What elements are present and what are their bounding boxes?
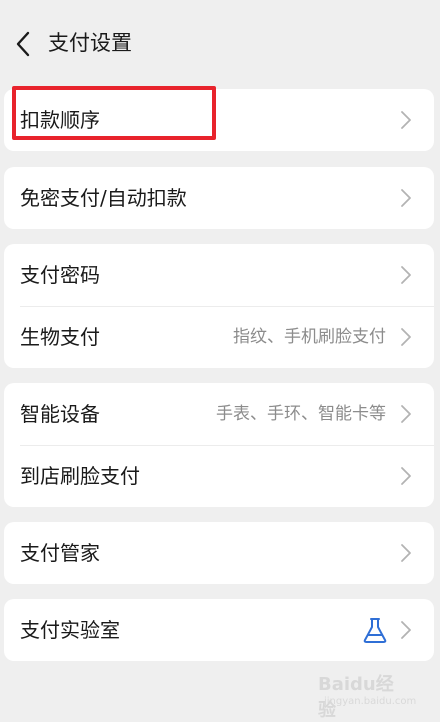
chevron-right-icon bbox=[401, 405, 411, 423]
chevron-right-icon bbox=[401, 111, 411, 129]
baidu-watermark: Baidu经验 jingyan.baidu.com bbox=[318, 666, 416, 721]
settings-group-payment-lab: 支付实验室 bbox=[4, 599, 434, 661]
settings-row-payment-password[interactable]: 支付密码 bbox=[4, 244, 434, 306]
settings-row-passwordless-auto-debit[interactable]: 免密支付/自动扣款 bbox=[4, 167, 434, 229]
page-title: 支付设置 bbox=[48, 31, 132, 55]
row-label: 支付管家 bbox=[20, 541, 100, 565]
settings-group-devices: 智能设备 手表、手环、智能卡等 到店刷脸支付 bbox=[4, 383, 434, 507]
row-label: 生物支付 bbox=[20, 325, 100, 349]
chevron-right-icon bbox=[401, 467, 411, 485]
settings-group-payment-butler: 支付管家 bbox=[4, 522, 434, 584]
row-label: 支付实验室 bbox=[20, 618, 120, 642]
chevron-right-icon bbox=[401, 266, 411, 284]
highlight-annotation-box bbox=[12, 86, 216, 140]
row-label: 支付密码 bbox=[20, 263, 100, 287]
chevron-left-icon bbox=[16, 31, 30, 57]
back-button[interactable] bbox=[6, 24, 40, 64]
chevron-right-icon bbox=[401, 328, 411, 346]
settings-row-biometric-payment[interactable]: 生物支付 指纹、手机刷脸支付 bbox=[4, 306, 434, 368]
settings-row-payment-butler[interactable]: 支付管家 bbox=[4, 522, 434, 584]
row-label: 免密支付/自动扣款 bbox=[20, 186, 187, 210]
flask-icon bbox=[363, 618, 387, 643]
row-value: 指纹、手机刷脸支付 bbox=[233, 327, 386, 347]
header: 支付设置 bbox=[0, 0, 440, 88]
settings-group-security: 支付密码 生物支付 指纹、手机刷脸支付 bbox=[4, 244, 434, 368]
chevron-right-icon bbox=[401, 544, 411, 562]
row-value: 手表、手环、智能卡等 bbox=[216, 404, 386, 424]
settings-group-passwordless: 免密支付/自动扣款 bbox=[4, 167, 434, 229]
watermark-url: jingyan.baidu.com bbox=[324, 696, 417, 707]
chevron-right-icon bbox=[401, 189, 411, 207]
settings-row-payment-lab[interactable]: 支付实验室 bbox=[4, 599, 434, 661]
row-label: 到店刷脸支付 bbox=[20, 464, 140, 488]
settings-row-in-store-face-pay[interactable]: 到店刷脸支付 bbox=[4, 445, 434, 507]
chevron-right-icon bbox=[401, 621, 411, 639]
settings-row-smart-devices[interactable]: 智能设备 手表、手环、智能卡等 bbox=[4, 383, 434, 445]
row-label: 智能设备 bbox=[20, 402, 100, 426]
